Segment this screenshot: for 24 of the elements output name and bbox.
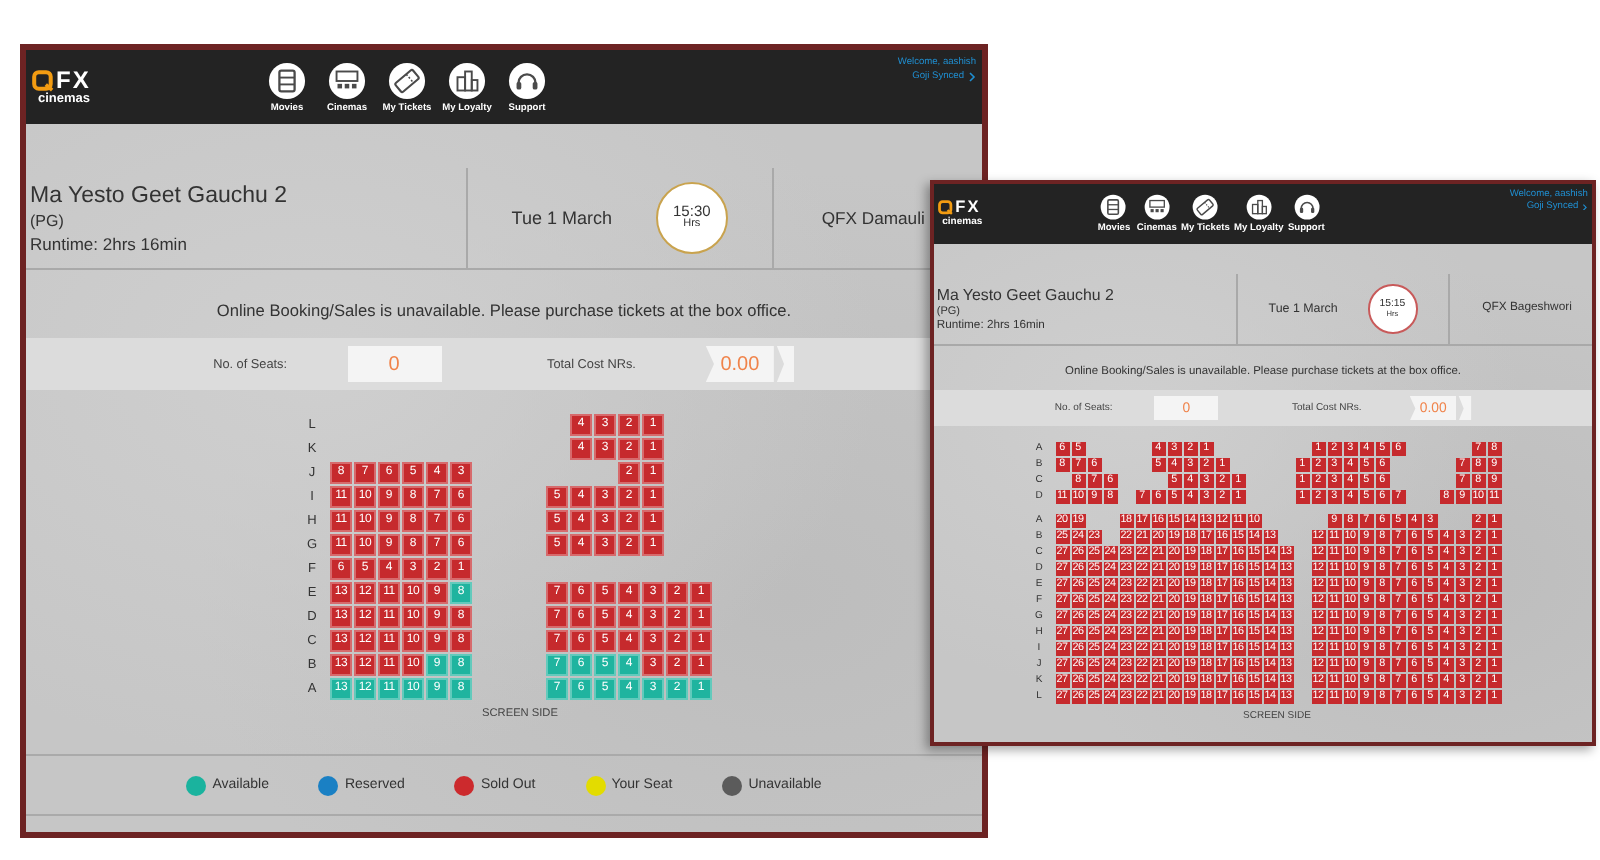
headset-icon	[508, 61, 546, 99]
headset-icon	[1293, 194, 1320, 221]
movie-title: Ma Yesto Geet Gauchu 2	[30, 183, 290, 207]
notice-text: Online Booking/Sales is unavailable. Please purchase tickets at the box office.	[216, 300, 792, 320]
film-icon	[1100, 194, 1128, 221]
theater-icon	[1143, 194, 1170, 221]
ticket-icon	[1192, 194, 1219, 221]
film-icon	[268, 61, 306, 99]
movie-rating: (PG)	[30, 211, 66, 229]
runtime-text: Runtime: 2hrs 16min	[30, 233, 189, 253]
ticket-stub	[776, 346, 795, 382]
venue-name: QFX Damauli	[821, 208, 925, 228]
logo-text: FX	[955, 199, 981, 216]
logo-text: FX	[56, 68, 91, 92]
chevron-icon	[1582, 203, 1588, 211]
total-cost-field: 0.00	[705, 346, 774, 382]
show-date: Tue 1 March	[511, 208, 612, 228]
ticket-stub	[1458, 395, 1472, 421]
logo-mark-icon	[32, 69, 54, 91]
theater-icon	[328, 61, 366, 99]
ticket-icon	[388, 61, 426, 99]
logo-mark-icon	[938, 200, 954, 216]
chevron-icon	[968, 72, 976, 82]
seat-count-field: 0	[347, 346, 442, 382]
